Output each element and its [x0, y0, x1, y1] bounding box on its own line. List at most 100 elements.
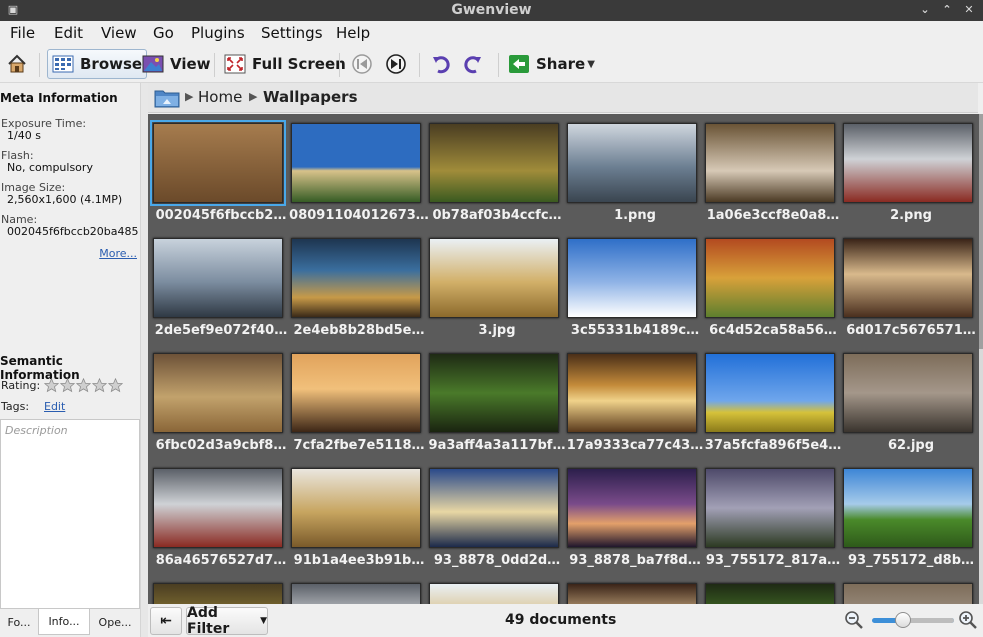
dropdown-arrow-icon: ▼	[587, 58, 595, 70]
thumbnail-caption: 1a06e3ccf8e0a8…	[706, 208, 840, 223]
thumbnail-image[interactable]	[843, 238, 973, 318]
thumbnail-caption: 3c55331b4189c…	[570, 323, 700, 338]
menu-settings[interactable]: Settings	[261, 24, 323, 42]
toggle-sidebar-button[interactable]: ⇤	[150, 607, 182, 635]
thumbnail-image[interactable]	[291, 353, 421, 433]
home-button[interactable]	[6, 49, 34, 79]
menu-file[interactable]: File	[10, 24, 35, 42]
add-filter-label: Add Filter	[187, 605, 230, 637]
thumbnail-image[interactable]	[567, 238, 697, 318]
zoom-slider-remaining[interactable]	[908, 618, 954, 623]
thumbnail-image[interactable]	[429, 353, 559, 433]
thumbnail-image[interactable]	[150, 120, 286, 206]
zoom-out-icon[interactable]	[844, 610, 864, 630]
sidebar-splitter[interactable]	[140, 83, 148, 637]
thumbnail-image[interactable]	[429, 123, 559, 203]
fullscreen-icon	[224, 53, 246, 75]
thumbnail-image[interactable]	[153, 583, 283, 604]
thumbnail-image[interactable]	[705, 353, 835, 433]
star-icon[interactable]	[75, 377, 92, 393]
menu-edit[interactable]: Edit	[54, 24, 83, 42]
skip-forward-icon	[385, 53, 407, 75]
menu-view[interactable]: View	[101, 24, 137, 42]
thumbnail-caption: 62.jpg	[887, 438, 935, 453]
folder-icon[interactable]	[154, 88, 180, 108]
thumbnail-image[interactable]	[291, 123, 421, 203]
thumbnail-image[interactable]	[705, 468, 835, 548]
thumbnail-image[interactable]	[567, 123, 697, 203]
star-icon[interactable]	[59, 377, 76, 393]
share-button[interactable]: Share ▼	[508, 49, 595, 79]
thumbnail-caption: 3.jpg	[478, 323, 516, 338]
thumbnail-image[interactable]	[291, 583, 421, 604]
view-label: View	[170, 55, 211, 73]
rating-label: Rating:	[1, 379, 41, 392]
sidebar-tabs: Fo... Info... Ope...	[0, 609, 140, 637]
tab-folders[interactable]: Fo...	[0, 609, 38, 635]
thumbnail-caption: 002045f6fbccb2…	[155, 208, 287, 223]
more-link[interactable]: More...	[99, 247, 137, 260]
previous-button[interactable]	[351, 49, 379, 79]
rotate-left-button[interactable]	[430, 49, 458, 79]
window-title: Gwenview	[451, 2, 532, 18]
thumbnail-image[interactable]	[153, 468, 283, 548]
maximize-icon[interactable]: ⌃	[940, 3, 954, 17]
thumbnail-image[interactable]	[429, 468, 559, 548]
thumbnail-image[interactable]	[567, 468, 697, 548]
close-icon[interactable]: ✕	[962, 3, 976, 17]
thumbnail-caption: 93_8878_ba7f8d…	[569, 553, 701, 568]
zoom-slider-handle[interactable]	[895, 612, 911, 628]
breadcrumb-home[interactable]: Home	[198, 88, 242, 106]
breadcrumb-arrow-icon: ▶	[249, 90, 258, 103]
menu-plugins[interactable]: Plugins	[191, 24, 245, 42]
rating-stars[interactable]	[43, 377, 124, 393]
description-field[interactable]: Description	[0, 419, 140, 609]
thumbnail-image[interactable]	[705, 583, 835, 604]
thumbnail-image[interactable]	[153, 353, 283, 433]
minimize-icon[interactable]: ⌄	[918, 3, 932, 17]
view-button[interactable]: View	[142, 49, 211, 79]
zoom-in-icon[interactable]	[958, 610, 978, 630]
add-filter-button[interactable]: Add Filter ▼	[186, 605, 268, 637]
share-label: Share	[536, 55, 586, 73]
flash-value: No, compulsory	[7, 161, 93, 174]
fullscreen-button[interactable]: Full Screen	[224, 49, 346, 79]
browse-button[interactable]: Browse	[47, 49, 148, 79]
thumbnail-image[interactable]	[705, 123, 835, 203]
document-count: 49 documents	[505, 612, 617, 628]
thumbnail-caption: 2e4eb8b28bd5e…	[293, 323, 425, 338]
rotate-right-button[interactable]	[462, 49, 490, 79]
status-bar: ⇤ Add Filter ▼ 49 documents	[148, 604, 983, 637]
next-button[interactable]	[385, 49, 413, 79]
thumbnail-image[interactable]	[843, 123, 973, 203]
thumbnail-image[interactable]	[291, 468, 421, 548]
thumbnail-caption: 37a5fcfa896f5e4…	[704, 438, 842, 453]
thumbnail-image[interactable]	[705, 238, 835, 318]
tab-operations[interactable]: Ope...	[90, 609, 140, 635]
thumbnail-caption: 2.png	[890, 208, 932, 223]
breadcrumb-wallpapers[interactable]: Wallpapers	[263, 88, 358, 106]
thumbnail-image[interactable]	[567, 353, 697, 433]
menu-help[interactable]: Help	[336, 24, 370, 42]
thumbnail-image[interactable]	[843, 468, 973, 548]
thumbnail-image[interactable]	[153, 238, 283, 318]
menu-go[interactable]: Go	[153, 24, 174, 42]
thumbnail-caption: 93_755172_d8b…	[847, 553, 975, 568]
star-icon[interactable]	[107, 377, 124, 393]
tab-information[interactable]: Info...	[38, 609, 90, 635]
thumbnail-caption: 17a9333ca77c43…	[566, 438, 704, 453]
thumbnail-image[interactable]	[429, 238, 559, 318]
thumbnail-image[interactable]	[291, 238, 421, 318]
tags-edit-link[interactable]: Edit	[44, 400, 65, 413]
star-icon[interactable]	[91, 377, 108, 393]
thumbnail-caption: 2de5ef9e072f40…	[154, 323, 288, 338]
meta-info-header: Meta Information	[0, 91, 118, 105]
thumbnail-image[interactable]	[843, 353, 973, 433]
thumbnail-view[interactable]: 002045f6fbccb2… 08091104012673… 0b78af03b4…	[148, 114, 979, 604]
star-icon[interactable]	[43, 377, 60, 393]
thumbnail-image[interactable]	[843, 583, 973, 604]
vertical-scrollbar[interactable]	[979, 114, 983, 604]
thumbnail-image[interactable]	[567, 583, 697, 604]
tags-label: Tags:	[1, 400, 30, 413]
thumbnail-image[interactable]	[429, 583, 559, 604]
